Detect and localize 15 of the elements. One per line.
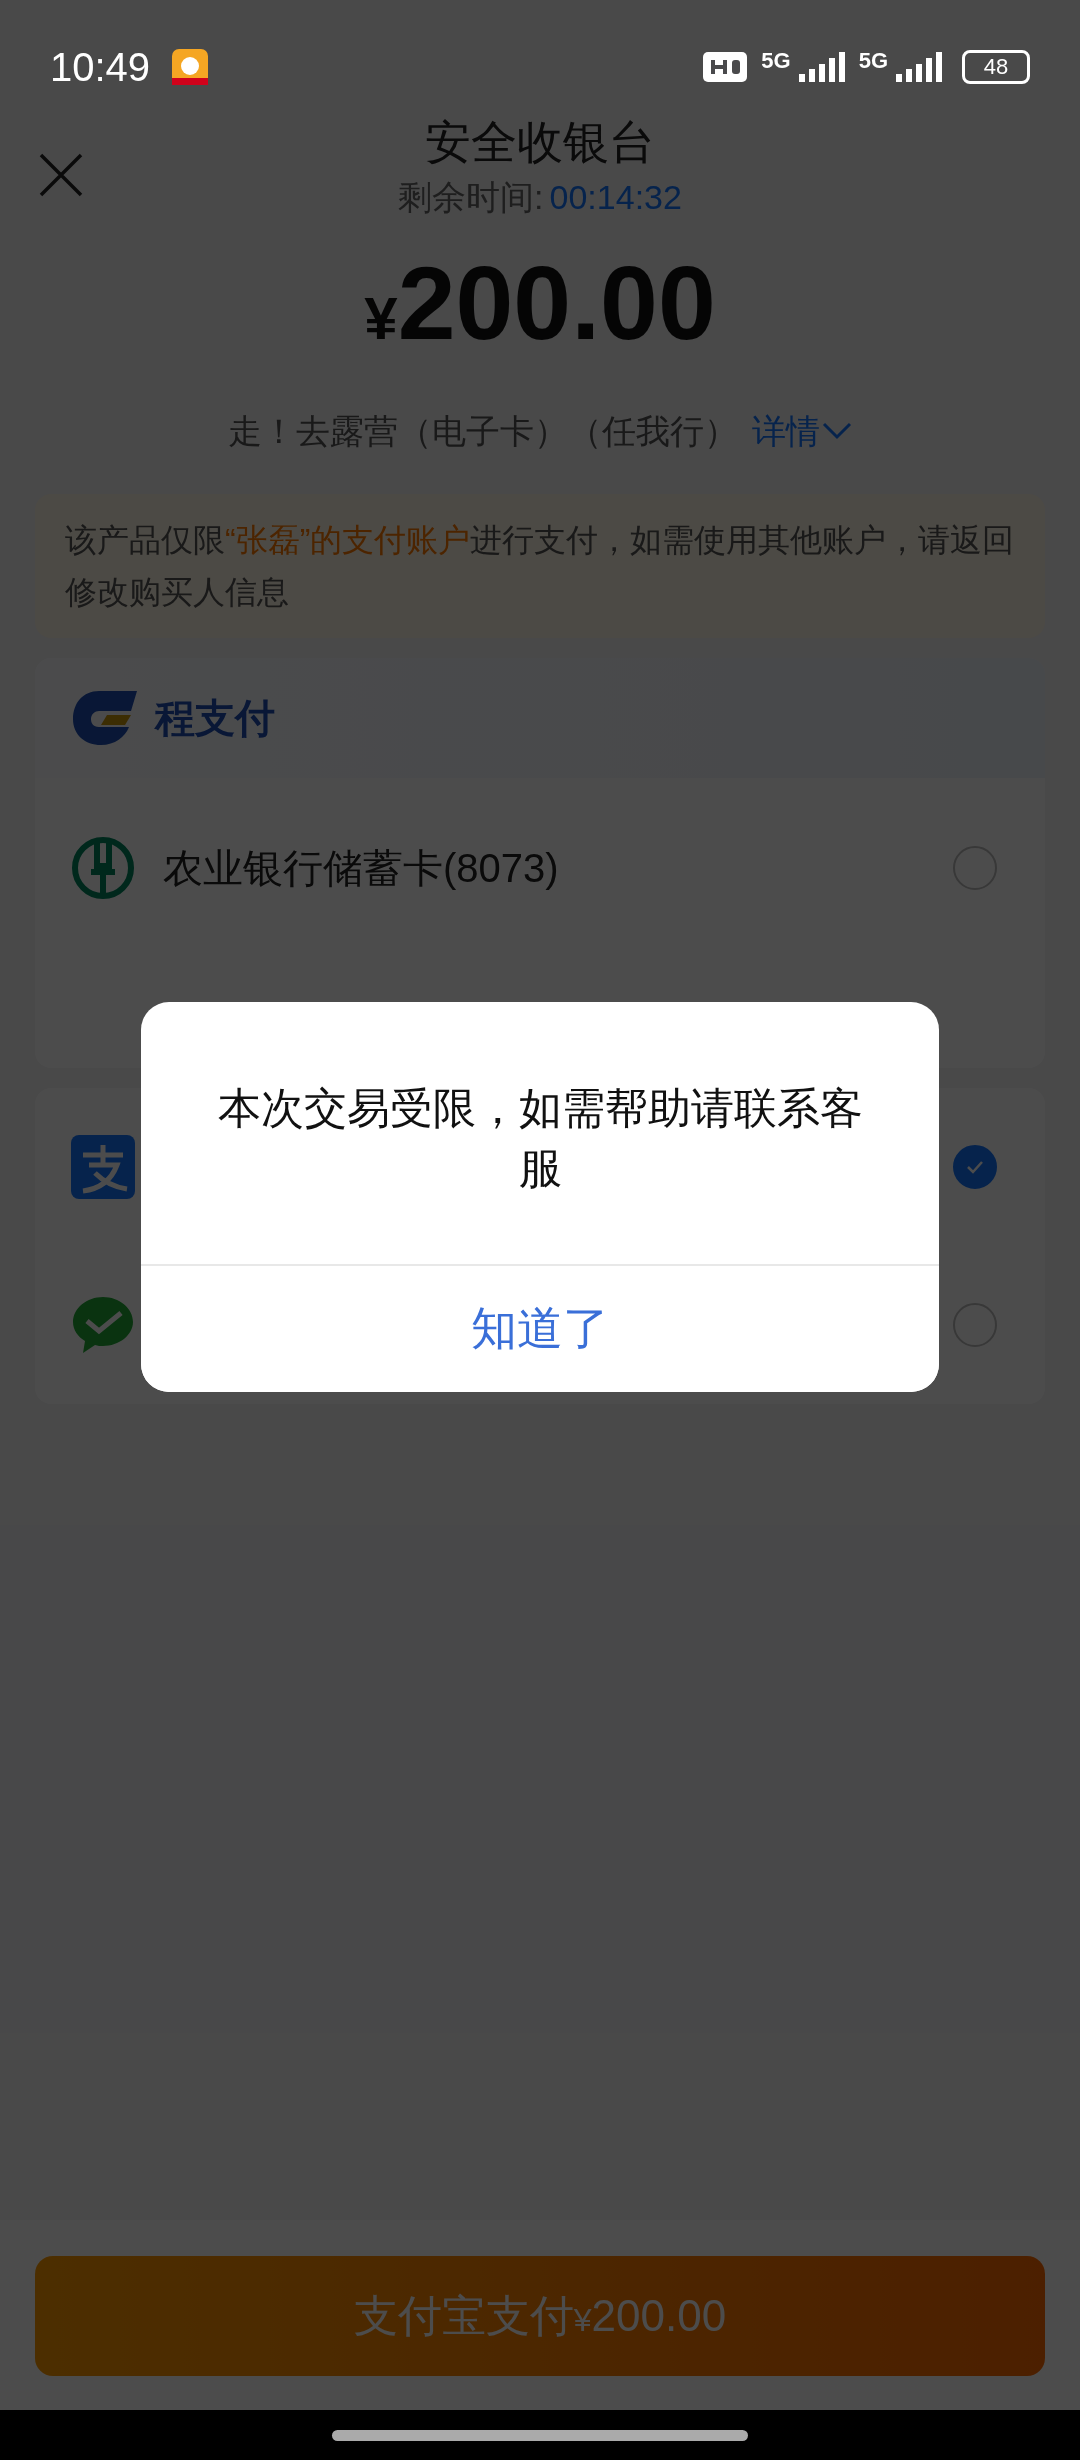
signal-icon	[896, 52, 942, 82]
hd-icon	[703, 52, 748, 82]
page-title: 安全收银台	[425, 115, 655, 170]
status-time: 10:49	[50, 44, 151, 90]
payment-amount: ¥200.00	[364, 244, 716, 363]
brand-name: 程支付	[155, 694, 275, 742]
countdown-timer: 00:14:32	[549, 178, 682, 216]
network-type: 5G	[761, 48, 791, 74]
home-indicator[interactable]	[332, 2429, 748, 2441]
network-type: 5G	[858, 48, 888, 74]
app-notification-icon	[172, 49, 209, 85]
signal-icon	[798, 52, 845, 82]
dialog-message: 本次交易受限，如需帮助请联系客服	[216, 1083, 864, 1194]
payment-method-name: 农业银行储蓄卡(8073)	[163, 844, 559, 892]
dialog-ok-button[interactable]: 知道了	[141, 1264, 939, 1392]
